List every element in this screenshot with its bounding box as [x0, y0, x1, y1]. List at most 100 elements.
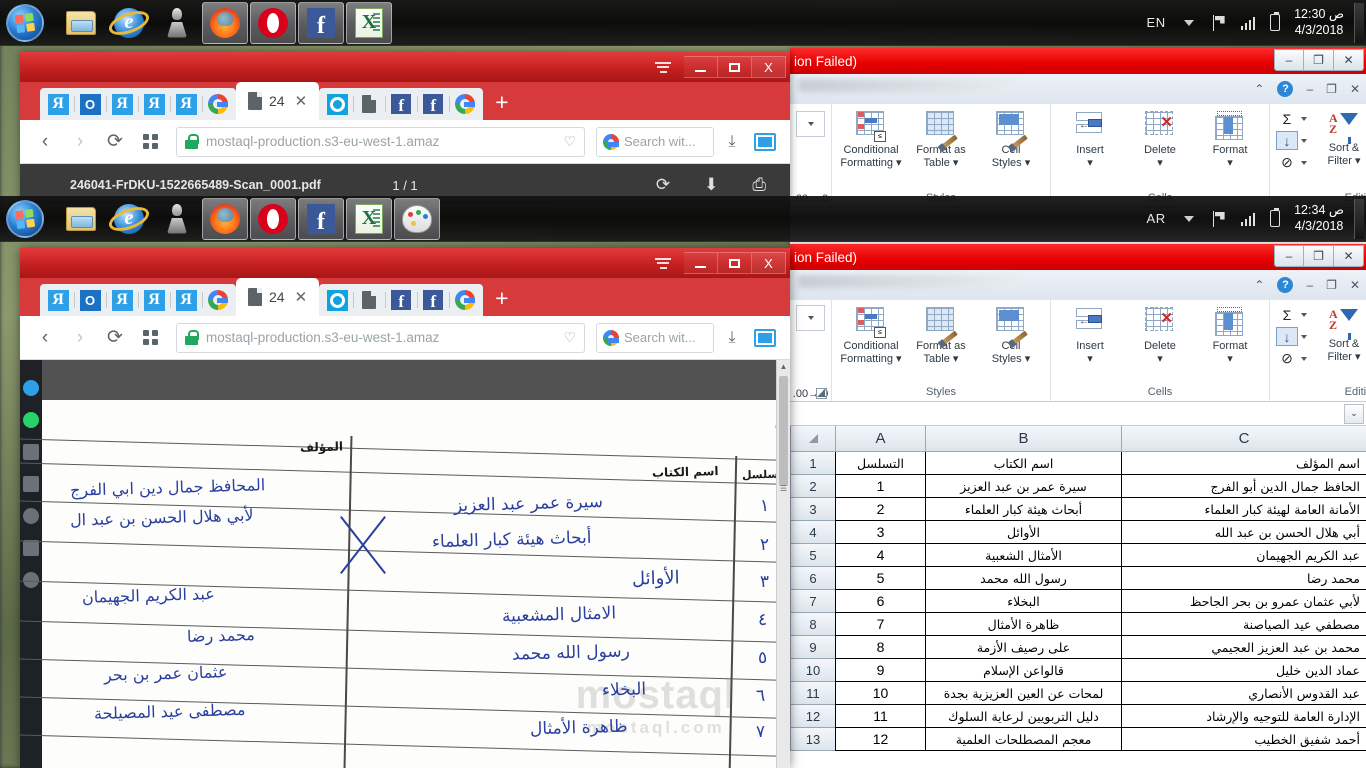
bookmark-heart-icon[interactable]: ♡ — [563, 133, 576, 150]
column-header-b[interactable]: B — [925, 426, 1121, 452]
browser-window-main[interactable]: X Я O Я Я Я 24 ✕ f f + ‹ › ⟳ mostaql-pro… — [20, 248, 790, 768]
scroll-grip[interactable]: ☰ — [777, 482, 790, 495]
scroll-up-button[interactable]: ▲ — [777, 360, 790, 373]
cell-column-b[interactable]: على رصيف الأزمة — [925, 636, 1121, 659]
table-row[interactable]: الحافظ جمال الدين أبو الفرج سيرة عمر بن ع… — [790, 475, 1366, 498]
excel-close-button[interactable]: ✕ — [1334, 245, 1364, 267]
reload-button[interactable]: ⟳ — [100, 323, 130, 353]
table-row[interactable]: مصطفي عيد الصياصنة ظاهرة الأمثال 7 8 — [790, 613, 1366, 636]
cell-column-b[interactable]: أبحاث هيئة كبار العلماء — [925, 498, 1121, 521]
number-format-caret-icon[interactable] — [807, 122, 814, 126]
cell-styles-button[interactable]: Cell Styles ▾ — [978, 303, 1044, 385]
show-hidden-icons-icon[interactable] — [1183, 215, 1194, 222]
new-tab-button[interactable]: + — [495, 89, 508, 116]
cell-column-a[interactable]: 7 — [835, 613, 925, 636]
taskbar-item-internet-explorer[interactable]: e — [106, 198, 152, 240]
pdf-page-stage[interactable]: mostaql mostaql.com المؤلف اسم الكتاب ال… — [20, 360, 790, 768]
cell-column-a[interactable]: 4 — [835, 544, 925, 567]
table-row[interactable]: أحمد شفيق الخطيب معجم المصطلحات العلمية 12… — [790, 728, 1366, 751]
cell-column-a[interactable]: 5 — [835, 567, 925, 590]
sort-and-filter-button[interactable]: AZ Sort & Filter ▾ — [1311, 107, 1366, 191]
cell-column-a[interactable]: 11 — [835, 705, 925, 728]
cell-column-c[interactable]: اسم المؤلف — [1121, 452, 1366, 475]
start-button[interactable] — [6, 3, 44, 42]
cell-column-a[interactable]: 6 — [835, 590, 925, 613]
number-dialog-launcher[interactable] — [816, 388, 827, 399]
browser-title-bar-top[interactable]: X — [20, 52, 790, 82]
excel-restore-button[interactable]: ❐ — [1304, 49, 1334, 71]
action-center-flag-icon[interactable] — [1211, 14, 1227, 31]
cell-column-a[interactable]: 2 — [835, 498, 925, 521]
copy-icon[interactable] — [23, 540, 39, 556]
excel-ribbon-main[interactable]: .00→.0 ≤ Conditional Formatting ▾ Format… — [790, 300, 1366, 402]
format-as-table-button[interactable]: Format as Table ▾ — [908, 107, 974, 191]
browser-toolbar-main[interactable]: ‹ › ⟳ mostaql-production.s3-eu-west-1.am… — [20, 316, 790, 360]
taskbar-item-windows-explorer[interactable] — [58, 198, 104, 240]
column-header-c[interactable]: C — [1121, 426, 1366, 452]
tab-google-1[interactable] — [202, 89, 234, 119]
tab-opera[interactable] — [321, 285, 353, 315]
row-header-1[interactable]: 1 — [790, 452, 835, 475]
scanned-page[interactable]: mostaql mostaql.com المؤلف اسم الكتاب ال… — [20, 400, 790, 768]
share-icon[interactable] — [23, 444, 39, 460]
taskbar-second-apps[interactable]: e f — [54, 196, 442, 241]
tab-yandex-3[interactable]: Я — [138, 285, 170, 315]
editing-mini-buttons[interactable]: Σ ↓ ⊘ — [1276, 107, 1307, 191]
downloads-button[interactable]: ⤓ — [719, 129, 745, 155]
taskbar-item-paint[interactable] — [394, 197, 440, 240]
taskbar-item-facebook[interactable]: f — [298, 1, 344, 44]
fill-icon[interactable]: ↓ — [1276, 327, 1298, 346]
tab-group-left[interactable]: Я O Я Я Я — [40, 88, 236, 120]
autosum-caret-icon[interactable] — [1301, 312, 1307, 317]
tab-outlook[interactable]: O — [74, 285, 106, 315]
ribbon-restore-icon[interactable]: ❐ — [1326, 278, 1337, 292]
row-header-4[interactable]: 4 — [790, 521, 835, 544]
table-row[interactable]: محمد بن عبد العزيز العجيمي على رصيف الأزم… — [790, 636, 1366, 659]
tab-active-pdf[interactable]: 24 ✕ — [236, 82, 320, 120]
row-header-13[interactable]: 13 — [790, 728, 835, 751]
cell-column-c[interactable]: عبد الكريم الجهيمان — [1121, 544, 1366, 567]
format-cells-button[interactable]: Format ▾ — [1197, 107, 1263, 191]
delete-cells-button[interactable]: ✕ Delete ▾ — [1127, 107, 1193, 191]
taskbar-item-excel[interactable] — [346, 197, 392, 240]
table-row[interactable]: الأمانة العامة لهيئة كبار العلماء أبحاث ه… — [790, 498, 1366, 521]
show-desktop-button[interactable] — [1354, 2, 1364, 43]
browser-title-bar-main[interactable]: X — [20, 248, 790, 278]
cell-column-a[interactable]: 8 — [835, 636, 925, 659]
excel-ribbon-top[interactable]: .00→.0 ≤ Conditional Formatting ▾ — [790, 104, 1366, 208]
tab-group-right[interactable]: f f — [319, 88, 484, 120]
cell-column-c[interactable]: الأمانة العامة لهيئة كبار العلماء — [1121, 498, 1366, 521]
excel-window-buttons-top[interactable]: – ❐ ✕ — [1274, 49, 1364, 71]
battery-icon[interactable] — [1270, 11, 1281, 31]
pdf-rotate-button[interactable]: ⟳ — [656, 175, 670, 195]
cell-column-b[interactable]: سيرة عمر بن عبد العزيز — [925, 475, 1121, 498]
table-row[interactable]: لأبي عثمان عمرو بن بحر الجاحظ البخلاء 6 7 — [790, 590, 1366, 613]
sidebar-toggle-button[interactable] — [750, 127, 780, 157]
autosum-icon[interactable]: Σ — [1276, 109, 1298, 128]
browser-menu-icon[interactable] — [650, 252, 676, 274]
taskbar-item-windows-explorer[interactable] — [58, 2, 104, 44]
clear-icon[interactable]: ⊘ — [1276, 153, 1298, 172]
cell-column-c[interactable]: أحمد شفيق الخطيب — [1121, 728, 1366, 751]
taskbar-top-apps[interactable]: e f — [54, 0, 394, 45]
clear-caret-icon[interactable] — [1301, 160, 1307, 165]
heart-icon[interactable] — [23, 508, 39, 524]
cell-column-b[interactable]: البخلاء — [925, 590, 1121, 613]
row-header-5[interactable]: 5 — [790, 544, 835, 567]
show-hidden-icons-icon[interactable] — [1183, 19, 1194, 26]
row-header-3[interactable]: 3 — [790, 498, 835, 521]
cell-column-b[interactable]: الأمثال الشعبية — [925, 544, 1121, 567]
tab-google-1[interactable] — [202, 285, 234, 315]
search-input[interactable]: Search wit... — [596, 322, 714, 353]
cell-column-c[interactable]: محمد بن عبد العزيز العجيمي — [1121, 636, 1366, 659]
browser-minimize-button[interactable] — [684, 56, 718, 78]
table-row[interactable]: محمد رضا رسول الله محمد 5 6 — [790, 567, 1366, 590]
ribbon-restore-icon[interactable]: ❐ — [1326, 82, 1337, 96]
tab-yandex-4[interactable]: Я — [170, 285, 202, 315]
address-bar[interactable]: mostaql-production.s3-eu-west-1.amaz ♡ — [176, 322, 585, 353]
downloads-button[interactable]: ⤓ — [719, 325, 745, 351]
cell-column-a[interactable]: 3 — [835, 521, 925, 544]
clock-date[interactable]: 4/3/2018 — [1295, 23, 1344, 37]
ribbon-close-icon[interactable]: ✕ — [1350, 278, 1360, 292]
clock-time[interactable]: 12:30 ص — [1294, 7, 1344, 21]
